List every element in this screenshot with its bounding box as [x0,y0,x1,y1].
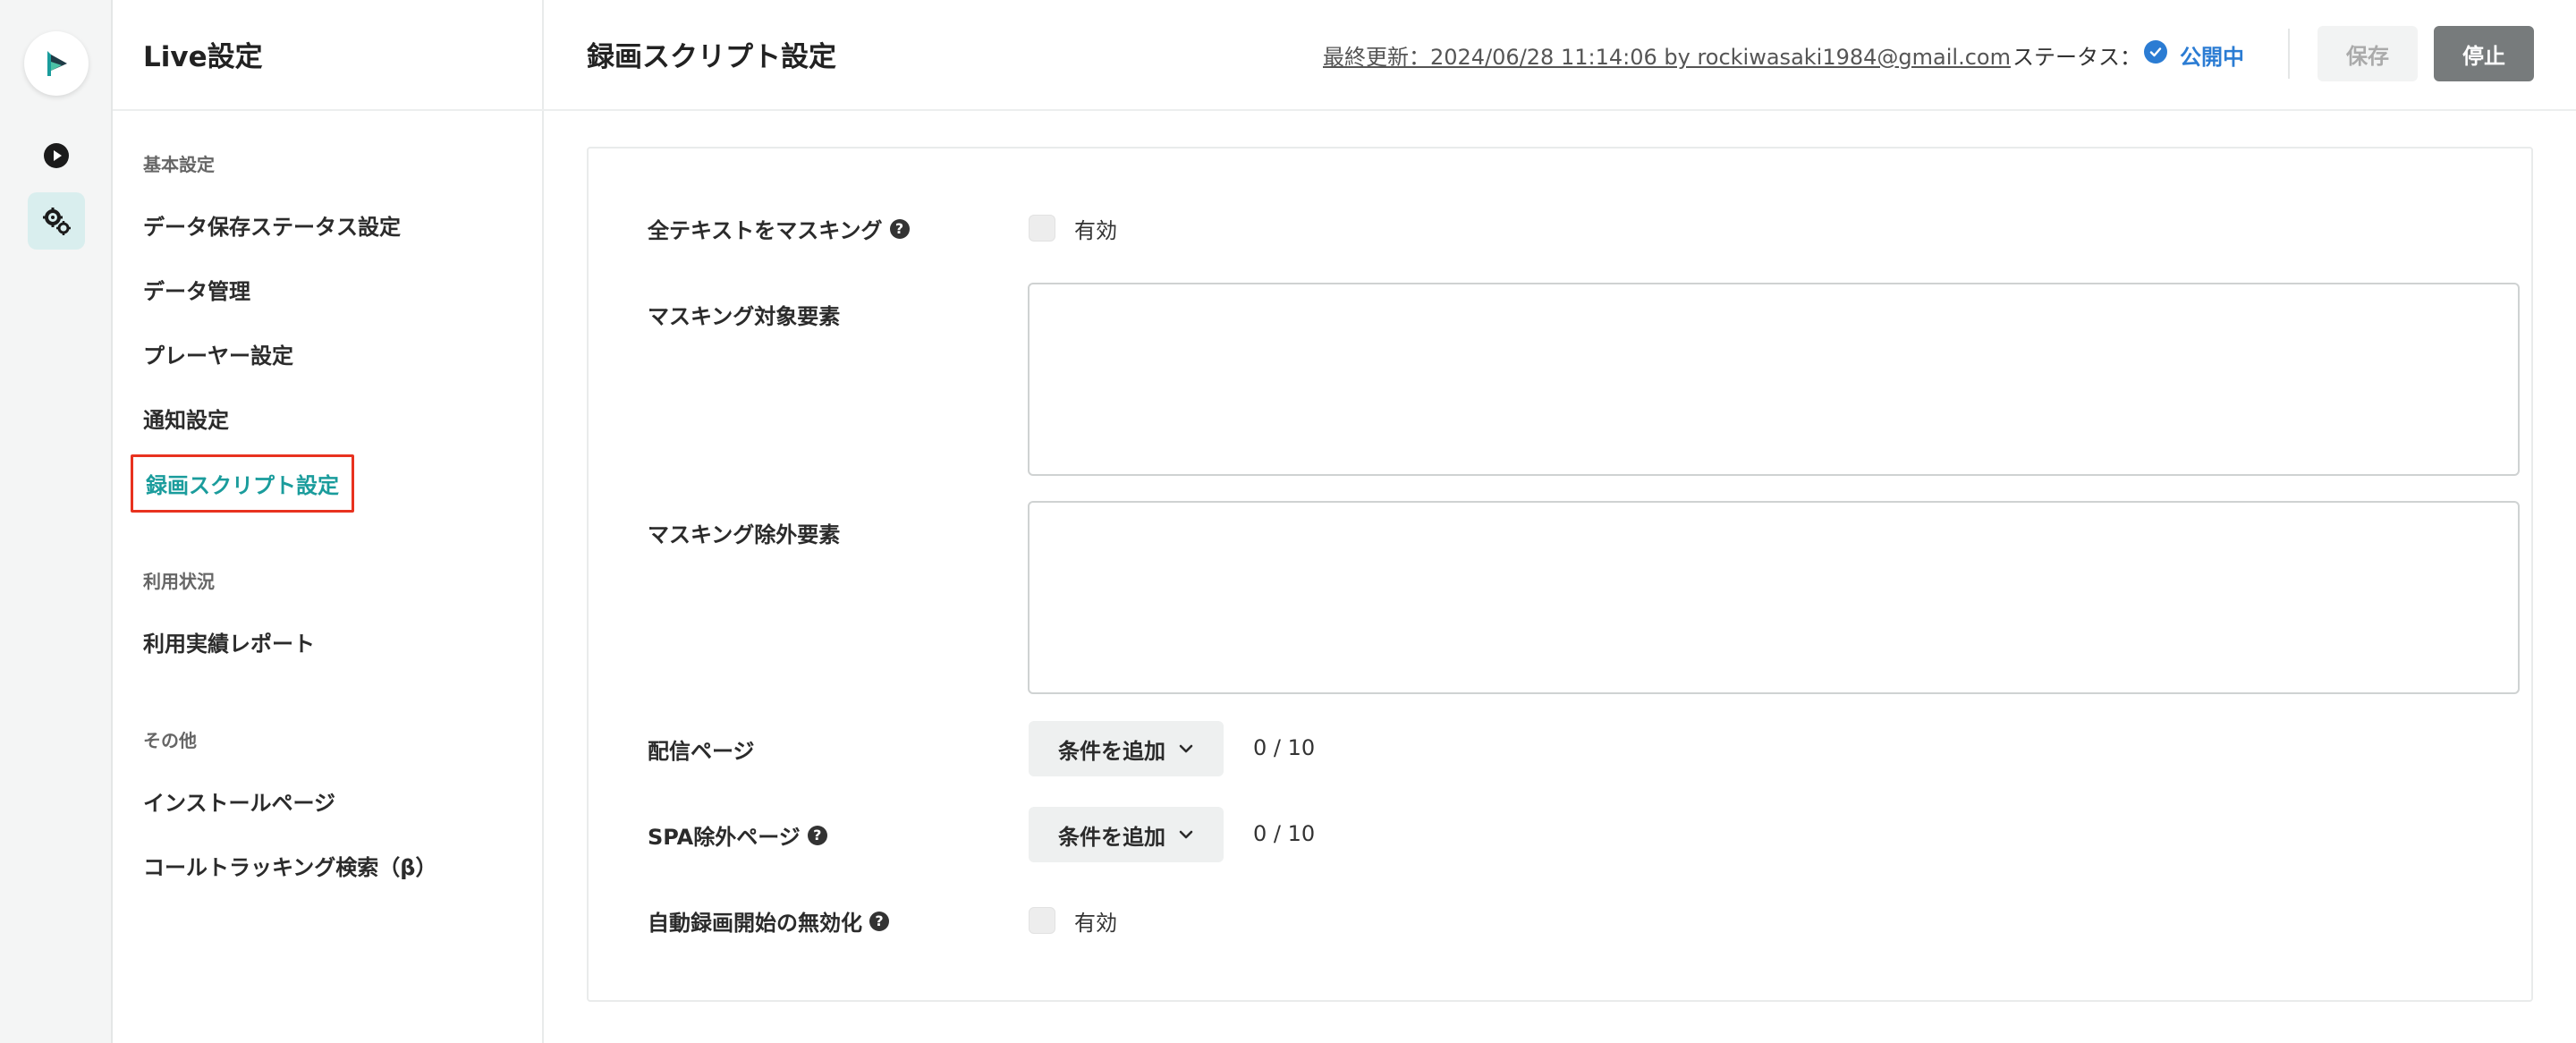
save-button[interactable]: 保存 [2318,26,2418,81]
nav-item-call-tracking-search[interactable]: コールトラッキング検索（β） [143,850,436,881]
delivery-pages-label-text: 配信ページ [648,739,755,764]
nav-section-other: その他 [143,730,197,751]
nav-section-usage: 利用状況 [143,571,215,592]
status-label: ステータス： [2012,45,2141,70]
chevron-down-icon [1179,744,1193,753]
page-title: 録画スクリプト設定 [587,41,836,73]
mask-excludes-label-text: マスキング除外要素 [648,522,841,547]
chevron-down-icon [1179,830,1193,839]
spa-excluded-pages-add-condition-label: 条件を追加 [1058,825,1165,850]
brand-logo-icon[interactable] [24,31,89,96]
mask-targets-label: マスキング対象要素 [648,299,840,330]
nav-item-notification-settings[interactable]: 通知設定 [143,403,229,434]
delivery-pages-add-condition-button[interactable]: 条件を追加 [1029,721,1224,776]
disable-auto-record-label: 自動録画開始の無効化 ? [648,905,889,937]
main-content: 録画スクリプト設定 最終更新：2024/06/28 11:14:06 by ro… [544,0,2576,1043]
disable-auto-record-checkbox[interactable] [1029,907,1055,934]
nav-item-usage-report[interactable]: 利用実績レポート [143,626,315,657]
delivery-pages-add-condition-label: 条件を追加 [1058,739,1165,764]
delivery-pages-label: 配信ページ [648,733,755,765]
page-header: 録画スクリプト設定 最終更新：2024/06/28 11:14:06 by ro… [544,0,2576,111]
nav-item-player-settings[interactable]: プレーヤー設定 [143,338,293,369]
nav-item-install-page[interactable]: インストールページ [143,785,335,817]
question-circle-icon[interactable]: ? [807,825,827,845]
header-divider [2288,29,2290,79]
disable-auto-record-label-text: 自動録画開始の無効化 [648,911,862,936]
settings-form-card: 全テキストをマスキング ? 有効 マスキング対象要素 マスキング除外要素 配信ペ… [587,147,2533,1002]
play-circle-icon[interactable] [28,127,85,184]
spa-excluded-pages-count: 0 / 10 [1253,821,1316,846]
nav-divider [113,109,544,111]
settings-nav: Live設定 基本設定 データ保存ステータス設定 データ管理 プレーヤー設定 通… [113,0,544,1043]
icon-rail [0,0,113,1043]
check-circle-icon [2144,40,2167,64]
status-badge: 公開中 [2180,45,2244,70]
nav-section-basic: 基本設定 [143,154,215,175]
mask-all-text-checkbox-label: 有効 [1074,218,1117,243]
nav-item-recording-script-settings[interactable]: 録画スクリプト設定 [131,454,354,513]
nav-item-data-management[interactable]: データ管理 [143,274,250,305]
mask-all-text-checkbox[interactable] [1029,215,1055,242]
mask-excludes-label: マスキング除外要素 [648,517,840,548]
mask-excludes-textarea[interactable] [1028,501,2520,694]
nav-item-data-save-status[interactable]: データ保存ステータス設定 [143,209,401,241]
question-circle-icon[interactable]: ? [889,218,910,239]
delivery-pages-count: 0 / 10 [1253,735,1316,760]
spa-excluded-pages-add-condition-button[interactable]: 条件を追加 [1029,807,1224,862]
disable-auto-record-checkbox-label: 有効 [1074,911,1117,936]
mask-targets-textarea[interactable] [1028,283,2520,476]
gears-icon[interactable] [28,192,85,250]
mask-all-text-label: 全テキストをマスキング ? [648,213,910,244]
spa-excluded-pages-label: SPA除外ページ ? [648,819,827,851]
last-updated-link[interactable]: 最終更新：2024/06/28 11:14:06 by rockiwasaki1… [1323,39,2011,71]
stop-button[interactable]: 停止 [2434,26,2534,81]
mask-targets-label-text: マスキング対象要素 [648,304,841,329]
mask-all-text-label-text: 全テキストをマスキング [648,218,883,243]
question-circle-icon[interactable]: ? [869,911,889,931]
nav-title: Live設定 [143,41,263,73]
spa-excluded-pages-label-text: SPA除外ページ [648,825,801,850]
